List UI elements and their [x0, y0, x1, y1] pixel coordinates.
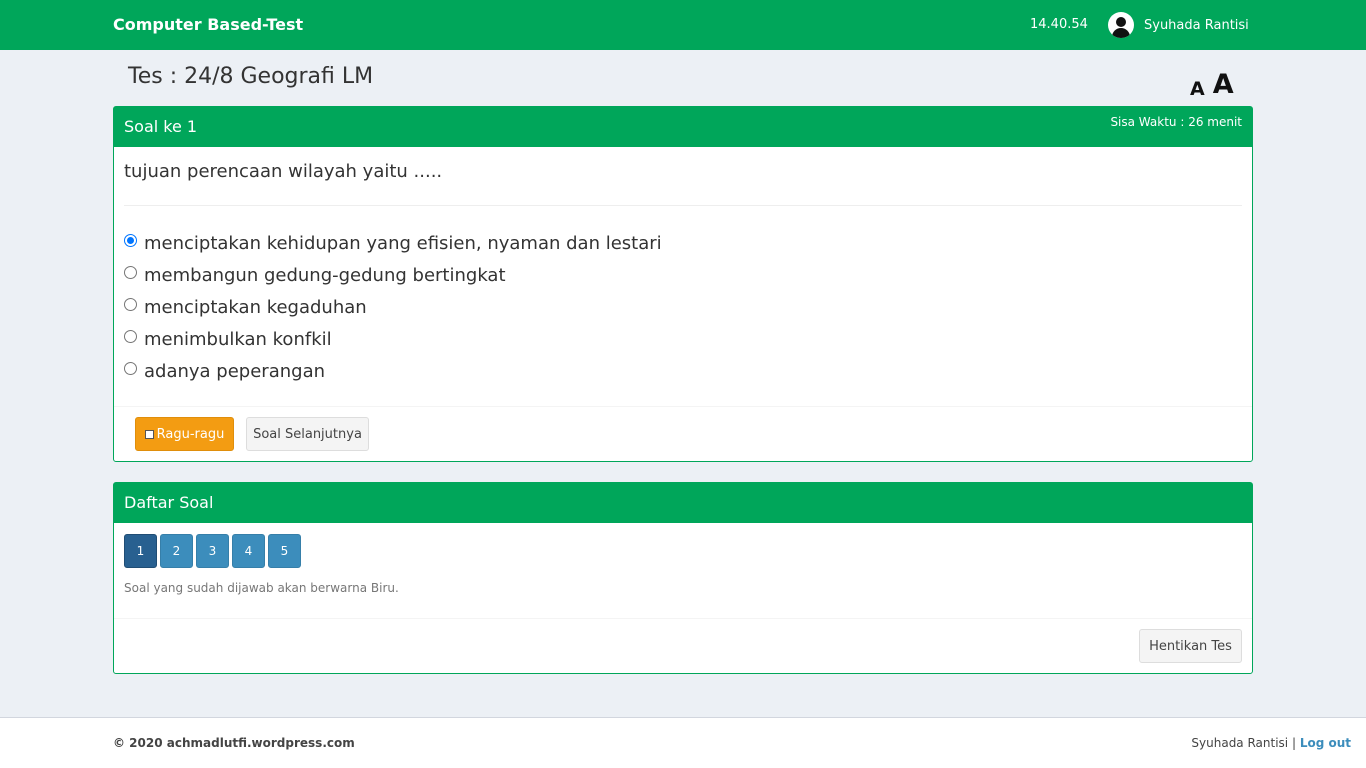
answer-radio[interactable]: [124, 297, 137, 311]
divider: [124, 205, 1242, 206]
question-number-button[interactable]: 1: [124, 534, 157, 568]
question-list-header: Daftar Soal: [114, 483, 1252, 523]
user-name: Syuhada Rantisi: [1144, 17, 1249, 33]
question-number: Soal ke 1: [124, 117, 198, 136]
answer-option[interactable]: membangun gedung-gedung bertingkat: [124, 259, 662, 291]
answer-radio[interactable]: [124, 361, 137, 375]
clock-display: 14.40.54: [1030, 17, 1088, 32]
divider: [114, 618, 1252, 619]
top-navbar: Computer Based-Test 14.40.54 Syuhada Ran…: [0, 0, 1366, 50]
answer-option[interactable]: adanya peperangan: [124, 355, 662, 387]
question-number-button[interactable]: 3: [196, 534, 229, 568]
answer-option[interactable]: menciptakan kehidupan yang efisien, nyam…: [124, 227, 662, 259]
answer-radio[interactable]: [124, 265, 137, 279]
question-number-button[interactable]: 5: [268, 534, 301, 568]
divider: [114, 406, 1252, 407]
question-list-panel: Daftar Soal 12345 Soal yang sudah dijawa…: [113, 482, 1253, 674]
remaining-time: Sisa Waktu : 26 menit: [1110, 115, 1242, 129]
question-number-button[interactable]: 2: [160, 534, 193, 568]
answer-options: menciptakan kehidupan yang efisien, nyam…: [124, 227, 662, 387]
increase-font-button[interactable]: A: [1213, 70, 1234, 100]
doubt-toggle-button[interactable]: Ragu-ragu: [135, 417, 234, 451]
answer-option[interactable]: menciptakan kegaduhan: [124, 291, 662, 323]
user-circle-icon: [1108, 12, 1134, 38]
answer-option-label: adanya peperangan: [144, 360, 326, 382]
answer-option-label: membangun gedung-gedung bertingkat: [144, 264, 506, 286]
next-question-button[interactable]: Soal Selanjutnya: [246, 417, 369, 451]
footer-user-area: Syuhada Rantisi | Log out: [1191, 736, 1351, 750]
question-list-title: Daftar Soal: [124, 493, 214, 512]
user-menu[interactable]: Syuhada Rantisi: [1108, 12, 1249, 38]
answer-radio[interactable]: [124, 329, 137, 343]
question-panel: Soal ke 1 Sisa Waktu : 26 menit tujuan p…: [113, 106, 1253, 462]
logout-link[interactable]: Log out: [1300, 736, 1351, 750]
answer-option-label: menciptakan kehidupan yang efisien, nyam…: [144, 232, 662, 254]
question-text: tujuan perencaan wilayah yaitu .....: [124, 161, 443, 182]
font-size-controls: A A: [1190, 70, 1234, 101]
question-number-buttons: 12345: [124, 534, 301, 568]
question-number-button[interactable]: 4: [232, 534, 265, 568]
question-header: Soal ke 1 Sisa Waktu : 26 menit: [114, 107, 1252, 147]
answer-option-label: menciptakan kegaduhan: [144, 296, 367, 318]
footer-separator: |: [1288, 736, 1300, 750]
copyright-text: © 2020 achmadlutfi.wordpress.com: [113, 736, 355, 750]
doubt-label: Ragu-ragu: [156, 426, 225, 442]
page-footer: © 2020 achmadlutfi.wordpress.com Syuhada…: [0, 717, 1366, 768]
test-title: Tes : 24/8 Geografi LM: [128, 64, 374, 89]
answer-radio[interactable]: [124, 233, 137, 247]
decrease-font-button[interactable]: A: [1190, 78, 1205, 100]
app-brand[interactable]: Computer Based-Test: [113, 15, 303, 34]
stop-test-button[interactable]: Hentikan Tes: [1139, 629, 1242, 663]
answer-option-label: menimbulkan konfkil: [144, 328, 332, 350]
answer-option[interactable]: menimbulkan konfkil: [124, 323, 662, 355]
doubt-checkbox[interactable]: [144, 429, 154, 439]
answered-hint: Soal yang sudah dijawab akan berwarna Bi…: [124, 581, 399, 595]
footer-user-name: Syuhada Rantisi: [1191, 736, 1289, 750]
